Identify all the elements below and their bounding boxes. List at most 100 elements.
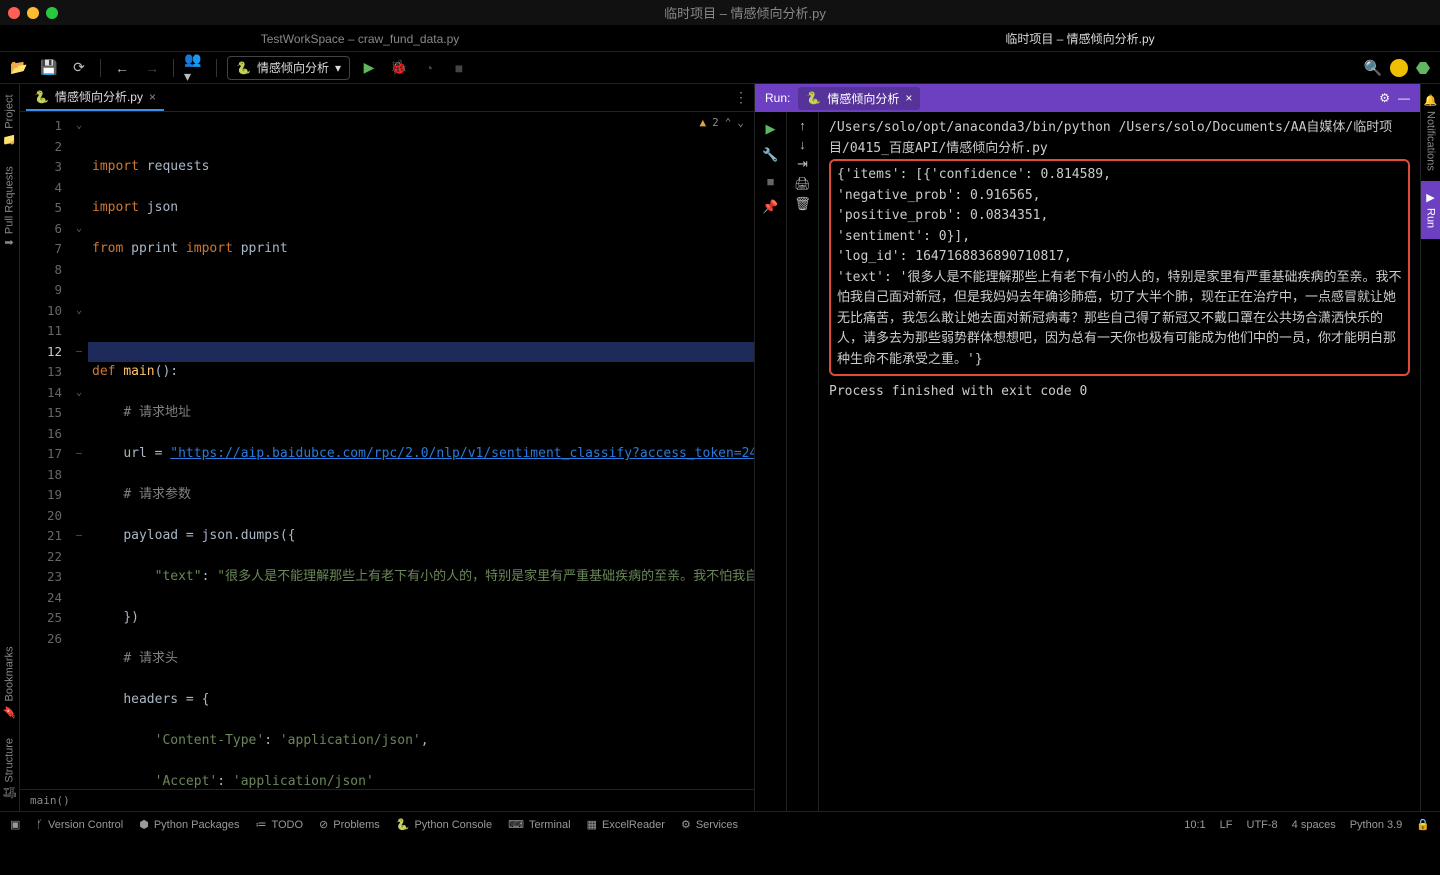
chevron-up-icon[interactable]: ⌃ xyxy=(725,116,732,129)
window-title: 临时项目 – 情感倾向分析.py xyxy=(58,3,1432,22)
indent[interactable]: 4 spaces xyxy=(1292,819,1336,831)
editor-more-icon[interactable]: ⋮ xyxy=(734,89,748,106)
status-python-packages[interactable]: ⬢Python Packages xyxy=(139,818,239,831)
lock-icon[interactable]: 🔒 xyxy=(1416,818,1430,831)
breadcrumb[interactable]: main() xyxy=(20,789,754,811)
warning-icon: ▲ xyxy=(700,116,707,129)
close-tab-icon[interactable]: × xyxy=(149,90,156,104)
run-toolbar-2: ↑ ↓ ⇥ 🖨 🗑 xyxy=(787,112,819,811)
encoding[interactable]: UTF-8 xyxy=(1247,819,1278,831)
run-config-select[interactable]: 🐍 情感倾向分析 ▾ xyxy=(227,56,350,80)
python-icon: 🐍 xyxy=(236,61,251,75)
editor-inspections[interactable]: ▲ 2 ⌃ ⌄ xyxy=(700,116,745,129)
toolbox-icon[interactable] xyxy=(1414,59,1432,77)
wrench-icon[interactable]: 🔧 xyxy=(760,144,782,166)
caret-position[interactable]: 10:1 xyxy=(1184,819,1205,831)
project-tab-right[interactable]: 临时项目 – 情感倾向分析.py xyxy=(720,26,1440,51)
packages-icon: ⬢ xyxy=(139,818,149,831)
close-window[interactable] xyxy=(8,7,20,19)
stop-icon[interactable]: ■ xyxy=(760,170,782,192)
fold-gutter[interactable]: ⌄ ⌄⌄ –⌄ – – xyxy=(70,112,88,789)
run-output[interactable]: /Users/solo/opt/anaconda3/bin/python /Us… xyxy=(819,112,1420,811)
output-highlight-box: {'items': [{'confidence': 0.814589, 'neg… xyxy=(829,159,1410,376)
line-gutter[interactable]: 12345 678910 1112131415 1617181920 21222… xyxy=(20,112,70,789)
sidebar-pull-requests[interactable]: ⬇Pull Requests xyxy=(0,156,19,257)
run-pane: Run: 🐍 情感倾向分析 × ⚙ — ▶ 🔧 ■ 📌 ↑ ↓ ⇥ xyxy=(755,84,1420,811)
rerun-icon[interactable]: ▶ xyxy=(760,118,782,140)
project-tabs: TestWorkSpace – craw_fund_data.py 临时项目 –… xyxy=(0,26,1440,52)
right-sidebar: 🔔Notifications ▶Run xyxy=(1420,84,1440,811)
statusbar: ▣ ᚶVersion Control ⬢Python Packages ≔TOD… xyxy=(0,811,1440,837)
excel-icon: ▦ xyxy=(587,818,597,831)
line-separator[interactable]: LF xyxy=(1220,819,1233,831)
project-tab-left[interactable]: TestWorkSpace – craw_fund_data.py xyxy=(0,26,720,51)
open-icon[interactable]: 📂 xyxy=(8,57,30,79)
code-area[interactable]: import requests import json from pprint … xyxy=(88,112,754,789)
left-sidebar: 📁Project ⬇Pull Requests 🔖Bookmarks 🏗Stru… xyxy=(0,84,20,811)
run-toolbar-left: ▶ 🔧 ■ 📌 xyxy=(755,112,787,811)
sidebar-bookmarks[interactable]: 🔖Bookmarks xyxy=(0,636,19,728)
run-command: /Users/solo/opt/anaconda3/bin/python /Us… xyxy=(829,118,1410,159)
pin-icon[interactable]: 📌 xyxy=(760,196,782,218)
tool-windows-icon[interactable]: ▣ xyxy=(10,818,20,831)
branch-icon: ᚶ xyxy=(36,819,43,831)
exit-message: Process finished with exit code 0 xyxy=(829,382,1410,403)
sidebar-project[interactable]: 📁Project xyxy=(0,84,19,156)
sidebar-run[interactable]: ▶Run xyxy=(1421,181,1440,238)
minimize-icon[interactable]: — xyxy=(1398,91,1410,105)
python-file-icon: 🐍 xyxy=(34,90,49,104)
editor-tab-active[interactable]: 🐍 情感倾向分析.py × xyxy=(26,84,164,111)
window-controls xyxy=(8,7,58,19)
sync-icon[interactable]: ⟳ xyxy=(68,57,90,79)
run-config-label: 情感倾向分析 xyxy=(257,59,329,76)
status-python-console[interactable]: 🐍Python Console xyxy=(396,818,492,831)
users-icon[interactable]: 👥▾ xyxy=(184,57,206,79)
interpreter[interactable]: Python 3.9 xyxy=(1350,819,1403,831)
nav-back-icon[interactable]: ← xyxy=(111,57,133,79)
run-title: Run: xyxy=(765,91,790,105)
titlebar: 临时项目 – 情感倾向分析.py xyxy=(0,0,1440,26)
run-button[interactable]: ▶ xyxy=(358,57,380,79)
status-version-control[interactable]: ᚶVersion Control xyxy=(36,819,123,831)
close-icon[interactable]: × xyxy=(905,91,912,105)
console-icon: 🐍 xyxy=(396,818,410,831)
status-terminal[interactable]: ⌨Terminal xyxy=(508,818,570,831)
status-problems[interactable]: ⊘Problems xyxy=(319,818,380,831)
terminal-icon: ⌨ xyxy=(508,818,524,831)
gear-icon[interactable]: ⚙ xyxy=(1379,91,1390,105)
maximize-window[interactable] xyxy=(46,7,58,19)
warning-count: 2 xyxy=(712,116,719,129)
run-tab[interactable]: 🐍 情感倾向分析 × xyxy=(798,87,920,110)
toolbar: 📂 💾 ⟳ ← → 👥▾ 🐍 情感倾向分析 ▾ ▶ 🐞 ◔ ■ 🔍 xyxy=(0,52,1440,84)
status-todo[interactable]: ≔TODO xyxy=(255,818,303,831)
run-header: Run: 🐍 情感倾向分析 × ⚙ — xyxy=(755,84,1420,112)
sidebar-structure[interactable]: 🏗Structure xyxy=(0,728,19,811)
wrap-icon[interactable]: ⇥ xyxy=(797,156,808,172)
down-icon[interactable]: ↓ xyxy=(799,137,806,152)
python-icon: 🐍 xyxy=(806,91,821,105)
editor-body[interactable]: ▲ 2 ⌃ ⌄ 12345 678910 1112131415 16171819… xyxy=(20,112,754,789)
editor-pane: 🐍 情感倾向分析.py × ⋮ ▲ 2 ⌃ ⌄ 12345 678910 111… xyxy=(20,84,755,811)
sidebar-notifications[interactable]: 🔔Notifications xyxy=(1421,84,1440,181)
chevron-down-icon[interactable]: ⌄ xyxy=(737,116,744,129)
problems-icon: ⊘ xyxy=(319,818,328,831)
trash-icon[interactable]: 🗑 xyxy=(794,196,811,212)
save-all-icon[interactable]: 💾 xyxy=(38,57,60,79)
minimize-window[interactable] xyxy=(27,7,39,19)
editor-tabs: 🐍 情感倾向分析.py × ⋮ xyxy=(20,84,754,112)
status-excel-reader[interactable]: ▦ExcelReader xyxy=(587,818,665,831)
coverage-icon[interactable]: ◔ xyxy=(418,57,440,79)
services-icon: ⚙ xyxy=(681,818,691,831)
editor-tab-label: 情感倾向分析.py xyxy=(55,88,143,105)
print-icon[interactable]: 🖨 xyxy=(794,176,811,192)
nav-forward-icon[interactable]: → xyxy=(141,57,163,79)
avatar[interactable] xyxy=(1390,59,1408,77)
search-icon[interactable]: 🔍 xyxy=(1362,57,1384,79)
run-tab-label: 情感倾向分析 xyxy=(827,90,899,107)
chevron-down-icon: ▾ xyxy=(335,61,341,75)
todo-icon: ≔ xyxy=(255,818,266,831)
up-icon[interactable]: ↑ xyxy=(799,118,806,133)
debug-button[interactable]: 🐞 xyxy=(388,57,410,79)
stop-button[interactable]: ■ xyxy=(448,57,470,79)
status-services[interactable]: ⚙Services xyxy=(681,818,738,831)
